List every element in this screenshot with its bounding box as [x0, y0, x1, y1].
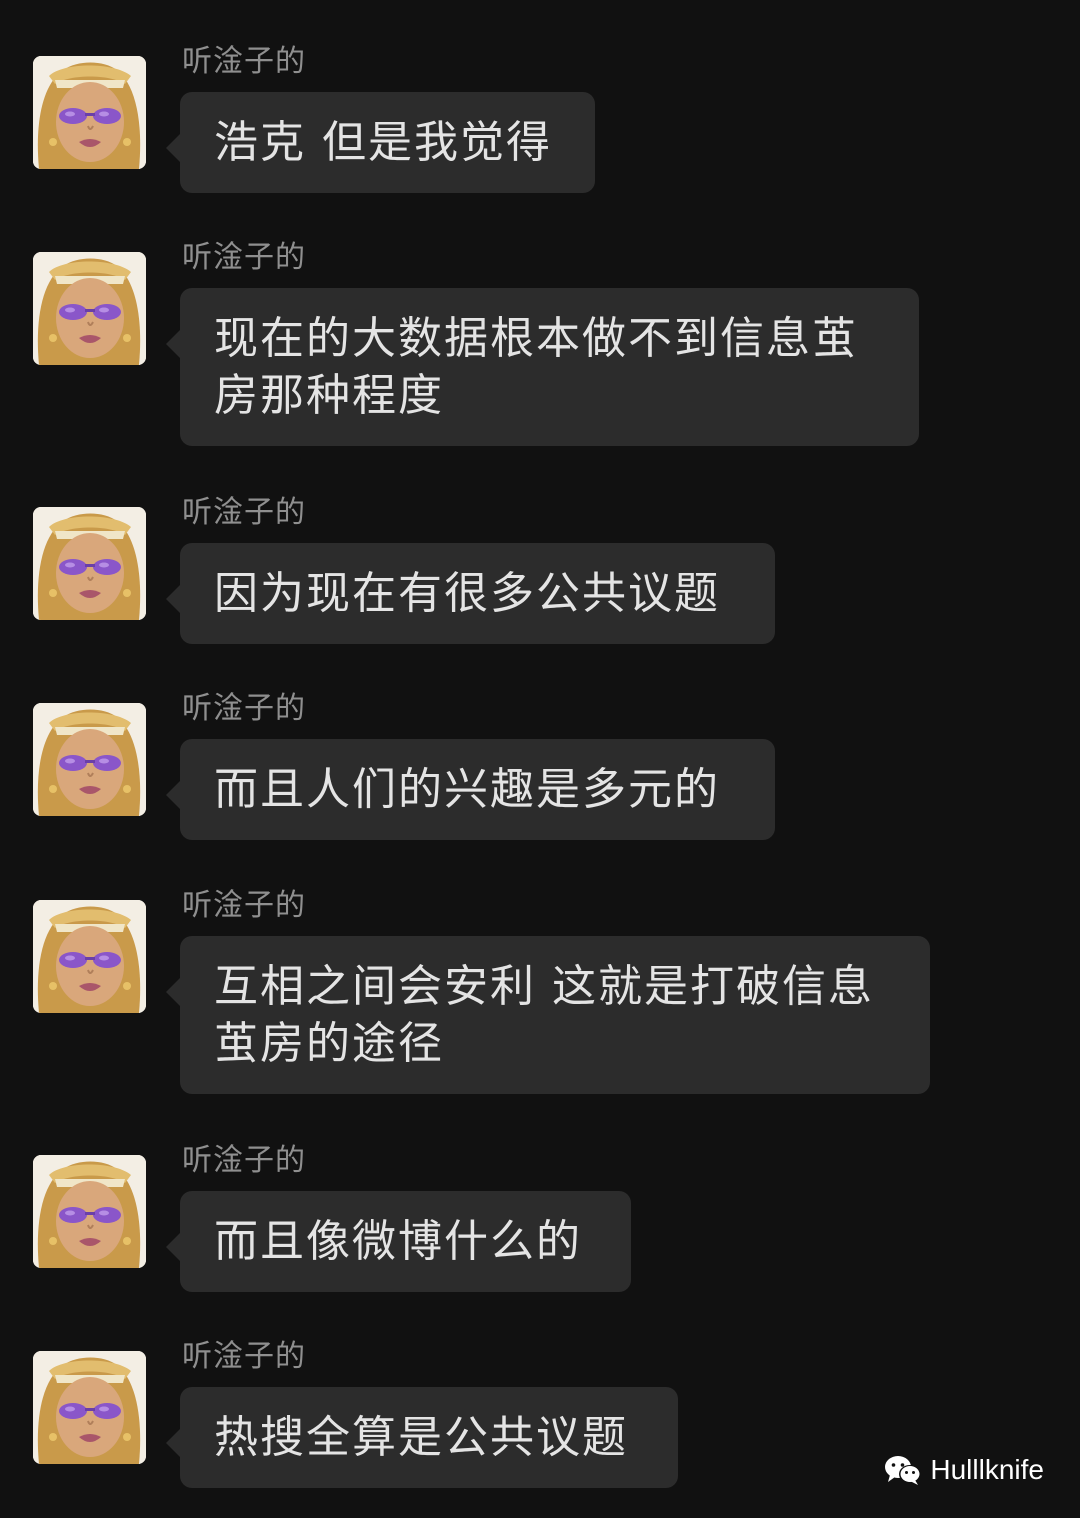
message-bubble[interactable]: 互相之间会安利 这就是打破信息茧房的途径 [166, 936, 930, 1094]
sender-name: 听淦子的 [182, 1339, 306, 1374]
message-bubble[interactable]: 热搜全算是公共议题 [166, 1387, 678, 1488]
avatar[interactable] [33, 507, 146, 620]
sender-name: 听淦子的 [182, 495, 306, 530]
message-bubble[interactable]: 浩克 但是我觉得 [166, 92, 595, 193]
sender-name: 听淦子的 [182, 691, 306, 726]
sender-name: 听淦子的 [182, 1143, 306, 1178]
sender-name: 听淦子的 [182, 44, 306, 79]
message-bubble[interactable]: 因为现在有很多公共议题 [166, 543, 775, 644]
sender-name: 听淦子的 [182, 240, 306, 275]
avatar[interactable] [33, 900, 146, 1013]
message-bubble[interactable]: 而且人们的兴趣是多元的 [166, 739, 775, 840]
avatar[interactable] [33, 1155, 146, 1268]
avatar[interactable] [33, 703, 146, 816]
sender-name: 听淦子的 [182, 888, 306, 923]
avatar[interactable] [33, 56, 146, 169]
message-bubble[interactable]: 现在的大数据根本做不到信息茧房那种程度 [166, 288, 919, 446]
avatar[interactable] [33, 252, 146, 365]
watermark: Hulllknife [884, 1450, 1044, 1490]
wechat-icon [884, 1454, 922, 1486]
avatar[interactable] [33, 1351, 146, 1464]
watermark-label: Hulllknife [930, 1454, 1044, 1485]
message-bubble[interactable]: 而且像微博什么的 [166, 1191, 631, 1292]
